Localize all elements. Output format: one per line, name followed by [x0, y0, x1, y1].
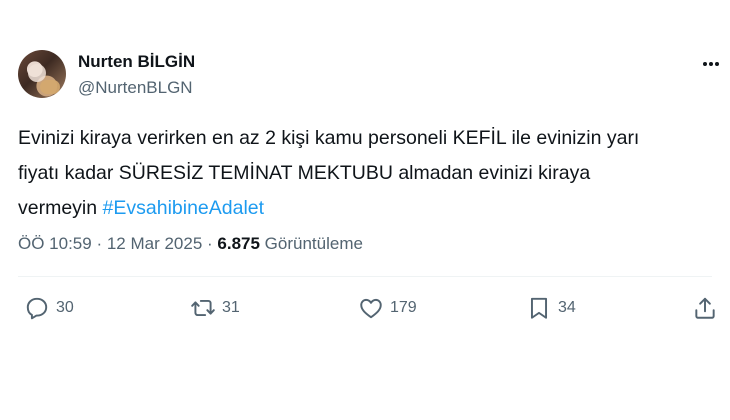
tweet-text-line-2: fiyatı kadar SÜRESİZ TEMİNAT MEKTUBU alm…	[18, 162, 591, 184]
bookmark-count: 34	[558, 299, 576, 316]
share-button[interactable]	[692, 288, 718, 328]
tweet-text: Evinizi kiraya verirken en az 2 kişi kam…	[18, 121, 708, 226]
bookmark-icon	[530, 297, 548, 319]
avatar-face	[28, 64, 46, 82]
divider	[18, 276, 712, 277]
like-count: 179	[390, 299, 417, 316]
tweet-card: Nurten BİLGİN @NurtenBLGN Evinizi kiraya…	[0, 0, 730, 420]
views-label: Görüntüleme	[264, 234, 363, 253]
retweet-button[interactable]: 31	[190, 288, 240, 328]
tweet-text-line-3: vermeyin #EvsahibineAdalet	[18, 191, 708, 226]
tweet-text-line-1: Evinizi kiraya verirken en az 2 kişi kam…	[18, 127, 640, 149]
retweet-icon	[191, 299, 215, 317]
more-button[interactable]	[696, 54, 726, 74]
heart-icon	[360, 298, 382, 319]
author-name[interactable]: Nurten BİLGİN	[78, 52, 195, 72]
action-bar: 30 31 179 34	[0, 288, 730, 328]
reply-icon	[26, 297, 48, 320]
meta-separator-1: ·	[91, 234, 107, 253]
avatar-detail	[40, 80, 60, 94]
tweet-date[interactable]: 12 Mar 2025	[107, 234, 202, 253]
like-button[interactable]: 179	[358, 288, 417, 328]
tweet-text-line-3-prefix: vermeyin	[18, 197, 103, 219]
view-count: 6.875	[217, 234, 260, 253]
retweet-count: 31	[222, 299, 240, 316]
hashtag-link[interactable]: #EvsahibineAdalet	[103, 197, 265, 219]
meta-separator-2: ·	[202, 234, 218, 253]
author-handle[interactable]: @NurtenBLGN	[78, 78, 193, 98]
tweet-meta: ÖÖ 10:59 · 12 Mar 2025 · 6.875 Görüntüle…	[18, 234, 363, 254]
reply-count: 30	[56, 299, 74, 316]
share-icon	[695, 297, 715, 319]
reply-button[interactable]: 30	[24, 288, 74, 328]
avatar[interactable]	[18, 50, 66, 98]
more-dots-icon	[703, 62, 719, 66]
bookmark-button[interactable]: 34	[526, 288, 576, 328]
tweet-time[interactable]: ÖÖ 10:59	[18, 234, 92, 253]
